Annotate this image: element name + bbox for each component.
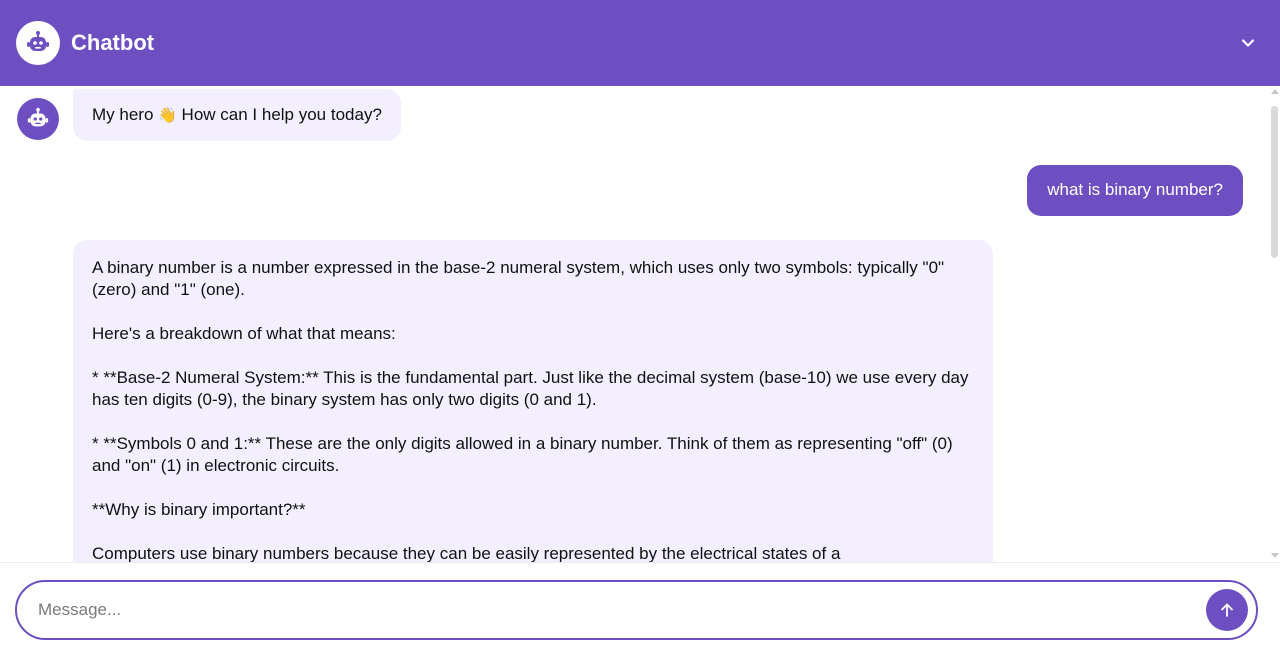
chevron-down-icon — [1241, 39, 1255, 47]
message-list[interactable]: My hero 👋 How can I help you today? what… — [0, 86, 1280, 562]
robot-icon — [17, 98, 59, 140]
message-input-wrapper — [15, 580, 1258, 640]
wave-emoji-icon: 👋 — [158, 106, 177, 124]
message-input[interactable] — [38, 600, 1206, 620]
chatbot-window: Chatbot My hero 👋 How can I help you tod… — [0, 0, 1280, 657]
chat-header: Chatbot — [0, 0, 1280, 86]
message-text: How can I help you today? — [176, 105, 382, 124]
arrow-up-icon — [1221, 603, 1233, 617]
scroll-up-icon[interactable] — [1271, 89, 1279, 94]
chat-title: Chatbot — [71, 30, 155, 55]
user-message: what is binary number? — [1027, 165, 1243, 216]
message-scrollbar[interactable] — [1268, 86, 1280, 562]
scroll-down-icon[interactable] — [1271, 553, 1279, 558]
scrollbar-thumb[interactable] — [1271, 106, 1278, 258]
robot-icon — [16, 21, 60, 65]
bot-message: A binary number is a number expressed in… — [73, 240, 993, 562]
bot-message: My hero 👋 How can I help you today? — [73, 89, 401, 141]
message-text: My hero — [92, 105, 159, 124]
collapse-button[interactable] — [1234, 29, 1262, 57]
message-composer — [0, 562, 1280, 657]
send-button[interactable] — [1206, 589, 1248, 631]
